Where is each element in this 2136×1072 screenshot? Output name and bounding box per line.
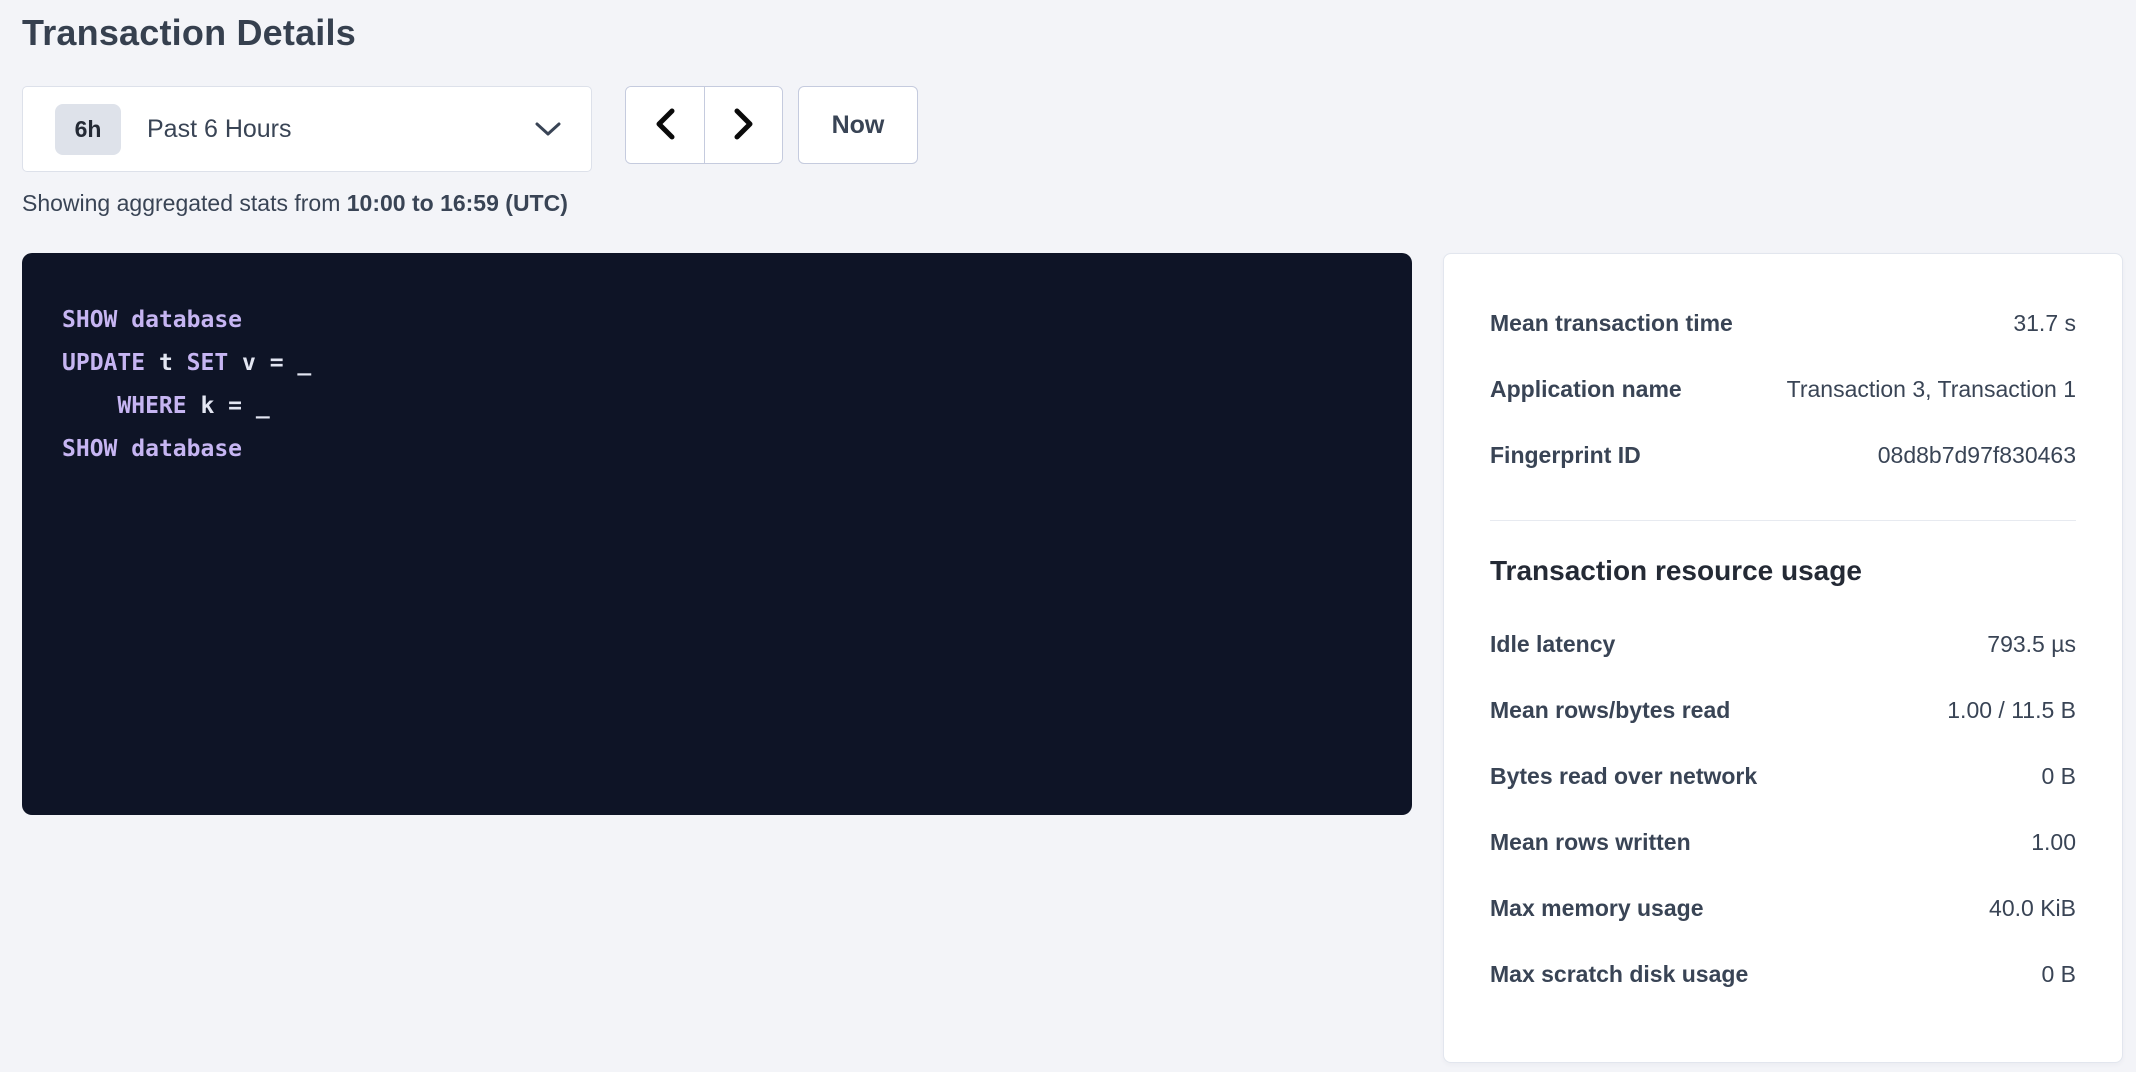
now-button[interactable]: Now (798, 86, 918, 164)
stat-row: Idle latency 793.5 µs (1490, 611, 2076, 677)
details-content: SHOW database UPDATE t SET v = _ WHERE k… (22, 253, 2136, 1063)
aggregated-stats-prefix: Showing aggregated stats from (22, 190, 347, 216)
stat-row: Mean transaction time 31.7 s (1490, 290, 2076, 356)
sql-keyword-token: SHOW (62, 307, 117, 333)
stat-value: 1.00 (2031, 829, 2076, 856)
stat-label: Idle latency (1490, 631, 1615, 658)
stat-value: 0 B (2041, 961, 2076, 988)
sql-keyword-token: SET (187, 350, 229, 376)
stat-label: Mean transaction time (1490, 310, 1733, 337)
stat-label: Mean rows written (1490, 829, 1691, 856)
time-range-badge: 6h (55, 104, 121, 155)
stat-value: 40.0 KiB (1989, 895, 2076, 922)
sql-plain-token: k = _ (187, 393, 270, 419)
stat-row: Application name Transaction 3, Transact… (1490, 356, 2076, 422)
aggregated-stats-range: 10:00 to 16:59 (UTC) (347, 190, 568, 216)
sql-keyword-token: SHOW (62, 436, 117, 462)
chevron-down-icon (535, 121, 561, 137)
stat-label: Bytes read over network (1490, 763, 1757, 790)
sql-plain-token (117, 436, 131, 462)
sql-plain-token (62, 393, 117, 419)
sql-statement-box: SHOW database UPDATE t SET v = _ WHERE k… (22, 253, 1412, 815)
sql-keyword-token: database (131, 436, 242, 462)
prev-time-window-button[interactable] (626, 87, 704, 163)
stat-row: Bytes read over network 0 B (1490, 743, 2076, 809)
stat-value: 0 B (2041, 763, 2076, 790)
card-divider (1490, 520, 2076, 521)
stat-label: Mean rows/bytes read (1490, 697, 1730, 724)
resource-stats-list: Idle latency 793.5 µs Mean rows/bytes re… (1490, 611, 2076, 1007)
time-range-label: Past 6 Hours (147, 115, 292, 144)
stat-row: Fingerprint ID 08d8b7d97f830463 (1490, 422, 2076, 488)
transaction-details-page: Transaction Details 6h Past 6 Hours Now … (0, 0, 2136, 1063)
sql-plain-token: v = _ (228, 350, 311, 376)
stat-label: Max memory usage (1490, 895, 1703, 922)
chevron-left-icon (654, 108, 676, 143)
aggregated-stats-caption: Showing aggregated stats from 10:00 to 1… (22, 190, 2136, 217)
summary-stats-list: Mean transaction time 31.7 s Application… (1490, 290, 2076, 488)
sql-keyword-token: database (131, 307, 242, 333)
stat-row: Mean rows/bytes read 1.00 / 11.5 B (1490, 677, 2076, 743)
sql-keyword-token: WHERE (117, 393, 186, 419)
time-window-arrows (625, 86, 783, 164)
time-toolbar: 6h Past 6 Hours Now (22, 86, 2136, 172)
sql-plain-token: t (145, 350, 187, 376)
stat-value: 1.00 / 11.5 B (1947, 697, 2076, 724)
stat-value: 793.5 µs (1987, 631, 2076, 658)
stat-label: Fingerprint ID (1490, 442, 1641, 469)
stat-row: Max scratch disk usage 0 B (1490, 941, 2076, 1007)
stat-label: Max scratch disk usage (1490, 961, 1748, 988)
stat-row: Mean rows written 1.00 (1490, 809, 2076, 875)
stat-value: 08d8b7d97f830463 (1878, 442, 2076, 469)
sql-plain-token (117, 307, 131, 333)
page-title: Transaction Details (22, 12, 2136, 54)
stat-label: Application name (1490, 376, 1682, 403)
resource-usage-heading: Transaction resource usage (1490, 555, 2076, 587)
stat-value: Transaction 3, Transaction 1 (1787, 376, 2076, 403)
stat-value: 31.7 s (2013, 310, 2076, 337)
stat-row: Max memory usage 40.0 KiB (1490, 875, 2076, 941)
transaction-stats-card: Mean transaction time 31.7 s Application… (1443, 253, 2123, 1063)
chevron-right-icon (733, 108, 755, 143)
sql-keyword-token: UPDATE (62, 350, 145, 376)
time-range-dropdown[interactable]: 6h Past 6 Hours (22, 86, 592, 172)
next-time-window-button[interactable] (704, 87, 782, 163)
